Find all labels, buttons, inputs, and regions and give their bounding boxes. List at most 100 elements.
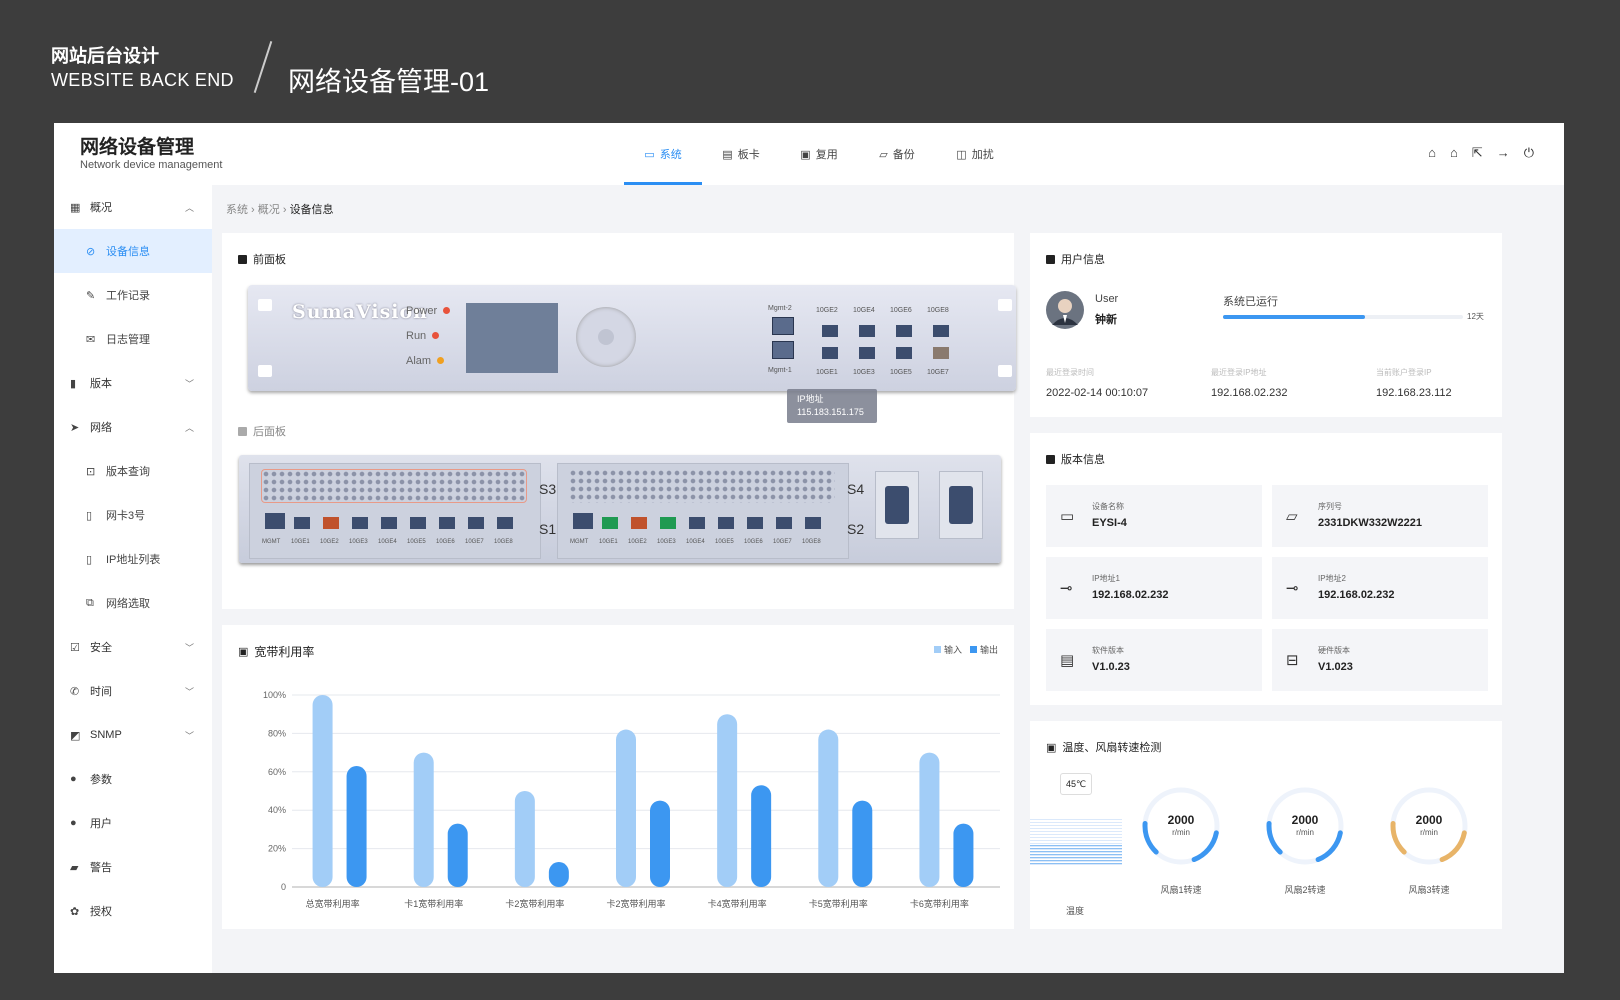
sidebar-item-10[interactable]: ☑ 安全 ﹀ bbox=[54, 625, 212, 669]
bar-out[interactable] bbox=[852, 800, 873, 887]
bar-in[interactable] bbox=[616, 729, 636, 887]
rj45-port[interactable] bbox=[294, 517, 310, 529]
rj45-port[interactable] bbox=[352, 517, 368, 529]
sfp-port[interactable] bbox=[822, 325, 838, 337]
bar-in[interactable] bbox=[312, 695, 333, 887]
bar-out[interactable] bbox=[650, 800, 670, 887]
bar-out[interactable] bbox=[548, 862, 569, 887]
sidebar-item-label: 版本查询 bbox=[106, 466, 150, 478]
tab-1[interactable]: ▤ 板卡 bbox=[702, 123, 780, 185]
sidebar-item-13[interactable]: ● 参数 bbox=[54, 757, 212, 801]
fan-label: 风扇1转速 bbox=[1160, 885, 1202, 895]
breadcrumb-item[interactable]: 概况 bbox=[258, 204, 280, 216]
lock-icon: ⊡ bbox=[86, 465, 96, 478]
rj45-port[interactable] bbox=[602, 517, 618, 529]
fan-label: 风扇3转速 bbox=[1408, 885, 1450, 895]
sidebar-item-15[interactable]: ▰ 警告 bbox=[54, 845, 212, 889]
temp-gauge-fill bbox=[1030, 845, 1122, 865]
sidebar-item-3[interactable]: ✉ 日志管理 bbox=[54, 317, 212, 361]
tab-2[interactable]: ▣ 复用 bbox=[780, 123, 858, 185]
tab-0[interactable]: ▭ 系统 bbox=[624, 123, 702, 185]
mgmt-port[interactable] bbox=[772, 317, 794, 335]
bar-in[interactable] bbox=[413, 752, 434, 887]
sidebar-item-6[interactable]: ⊡ 版本查询 bbox=[54, 449, 212, 493]
power-icon[interactable]: ⏻ bbox=[1524, 145, 1534, 161]
rj45-port[interactable] bbox=[265, 513, 285, 529]
version-tile-2: ⊸ IP地址1 192.168.02.232 bbox=[1046, 557, 1262, 619]
sidebar-item-0[interactable]: ▦ 概况 ︿ bbox=[54, 185, 212, 229]
sidebar-item-11[interactable]: ✆ 时间 ﹀ bbox=[54, 669, 212, 713]
rj45-port[interactable] bbox=[689, 517, 705, 529]
port-label: 10GE2 bbox=[816, 307, 838, 314]
checkbox-icon bbox=[1046, 454, 1055, 464]
sfp-port[interactable] bbox=[859, 325, 875, 337]
rj45-port[interactable] bbox=[747, 517, 763, 529]
sfp-port[interactable] bbox=[933, 325, 949, 337]
sidebar-item-1[interactable]: ⊘ 设备信息 bbox=[54, 229, 212, 273]
rj45-port[interactable] bbox=[776, 517, 792, 529]
rj45-port[interactable] bbox=[631, 517, 647, 529]
bar-in[interactable] bbox=[919, 752, 940, 887]
bell-icon[interactable]: ⌂ bbox=[1450, 145, 1458, 161]
mail-icon: ✉ bbox=[86, 333, 96, 346]
rj45-port[interactable] bbox=[573, 513, 593, 529]
sidebar-item-2[interactable]: ✎ 工作记录 bbox=[54, 273, 212, 317]
fan-value: 2000 bbox=[1415, 813, 1443, 827]
main-tabs: ▭ 系统 ▤ 板卡 ▣ 复用 ▱ 备份 ◫ 加扰 bbox=[624, 123, 1014, 185]
scramble-icon: ◫ bbox=[956, 148, 967, 161]
mount-hole bbox=[258, 299, 272, 311]
fan-gauge-0: 2000 r/min 风扇1转速 bbox=[1140, 781, 1222, 895]
current-ip-label: 当前账户登录IP bbox=[1376, 368, 1432, 377]
bar-out[interactable] bbox=[751, 785, 772, 887]
sidebar-item-9[interactable]: ⧉ 网络选取 bbox=[54, 581, 212, 625]
breadcrumb-item[interactable]: 系统 bbox=[226, 204, 248, 216]
export-icon[interactable]: ⇱ bbox=[1472, 145, 1483, 161]
sfp-port[interactable] bbox=[896, 347, 912, 359]
power-supply bbox=[939, 471, 983, 539]
bar-in[interactable] bbox=[818, 729, 839, 887]
sfp-port[interactable] bbox=[822, 347, 838, 359]
sidebar-item-12[interactable]: ◩ SNMP ﹀ bbox=[54, 713, 212, 757]
rj45-port[interactable] bbox=[323, 517, 339, 529]
sidebar-item-14[interactable]: ● 用户 bbox=[54, 801, 212, 845]
user-role: User bbox=[1095, 293, 1119, 305]
port-label: 10GE3 bbox=[657, 539, 676, 545]
sfp-port[interactable] bbox=[933, 347, 949, 359]
sidebar-item-5[interactable]: ➤ 网络 ︿ bbox=[54, 405, 212, 449]
home-icon[interactable]: ⌂ bbox=[1428, 145, 1436, 161]
sidebar-item-4[interactable]: ▮ 版本 ﹀ bbox=[54, 361, 212, 405]
rj45-port[interactable] bbox=[468, 517, 484, 529]
port-label: 10GE2 bbox=[320, 539, 339, 545]
rj45-port[interactable] bbox=[660, 517, 676, 529]
version-tile-4: ▤ 软件版本 V1.0.23 bbox=[1046, 629, 1262, 691]
top-bar: 网络设备管理 Network device management ▭ 系统 ▤ 板卡 ▣… bbox=[54, 123, 1564, 185]
mgmt-bottom-label: Mgmt-1 bbox=[768, 367, 792, 374]
design-header: 网站后台设计 WEBSITE BACK END 网络设备管理-01 bbox=[0, 0, 1620, 120]
mgmt-port[interactable] bbox=[772, 341, 794, 359]
rj45-port[interactable] bbox=[497, 517, 513, 529]
bar-out[interactable] bbox=[447, 823, 468, 887]
rj45-port[interactable] bbox=[718, 517, 734, 529]
rj45-port[interactable] bbox=[381, 517, 397, 529]
tab-4[interactable]: ◫ 加扰 bbox=[936, 123, 1014, 185]
bar-in[interactable] bbox=[717, 714, 738, 887]
back-panel: S3 S1 MGMT 10GE1 10GE2 10GE3 10GE4 10GE5 10GE6 10… bbox=[239, 455, 1001, 563]
bar-out[interactable] bbox=[346, 766, 367, 887]
bar-out[interactable] bbox=[953, 823, 974, 887]
sidebar-item-8[interactable]: ▯ IP地址列表 bbox=[54, 537, 212, 581]
rj45-port[interactable] bbox=[805, 517, 821, 529]
arrow-icon[interactable]: → bbox=[1497, 145, 1510, 161]
chevron-down-icon: ﹀ bbox=[184, 642, 194, 653]
tab-3[interactable]: ▱ 备份 bbox=[858, 123, 936, 185]
card-icon: ▤ bbox=[722, 148, 733, 161]
sidebar-item-label: 概况 bbox=[90, 202, 112, 214]
rj45-port[interactable] bbox=[439, 517, 455, 529]
sidebar-item-16[interactable]: ✿ 授权 bbox=[54, 889, 212, 933]
sfp-port[interactable] bbox=[896, 325, 912, 337]
bar-in[interactable] bbox=[514, 791, 535, 887]
nav-pad[interactable] bbox=[576, 307, 636, 367]
sfp-port[interactable] bbox=[859, 347, 875, 359]
sidebar-item-7[interactable]: ▯ 网卡3号 bbox=[54, 493, 212, 537]
user-title: 用户信息 bbox=[1046, 251, 1105, 267]
rj45-port[interactable] bbox=[410, 517, 426, 529]
